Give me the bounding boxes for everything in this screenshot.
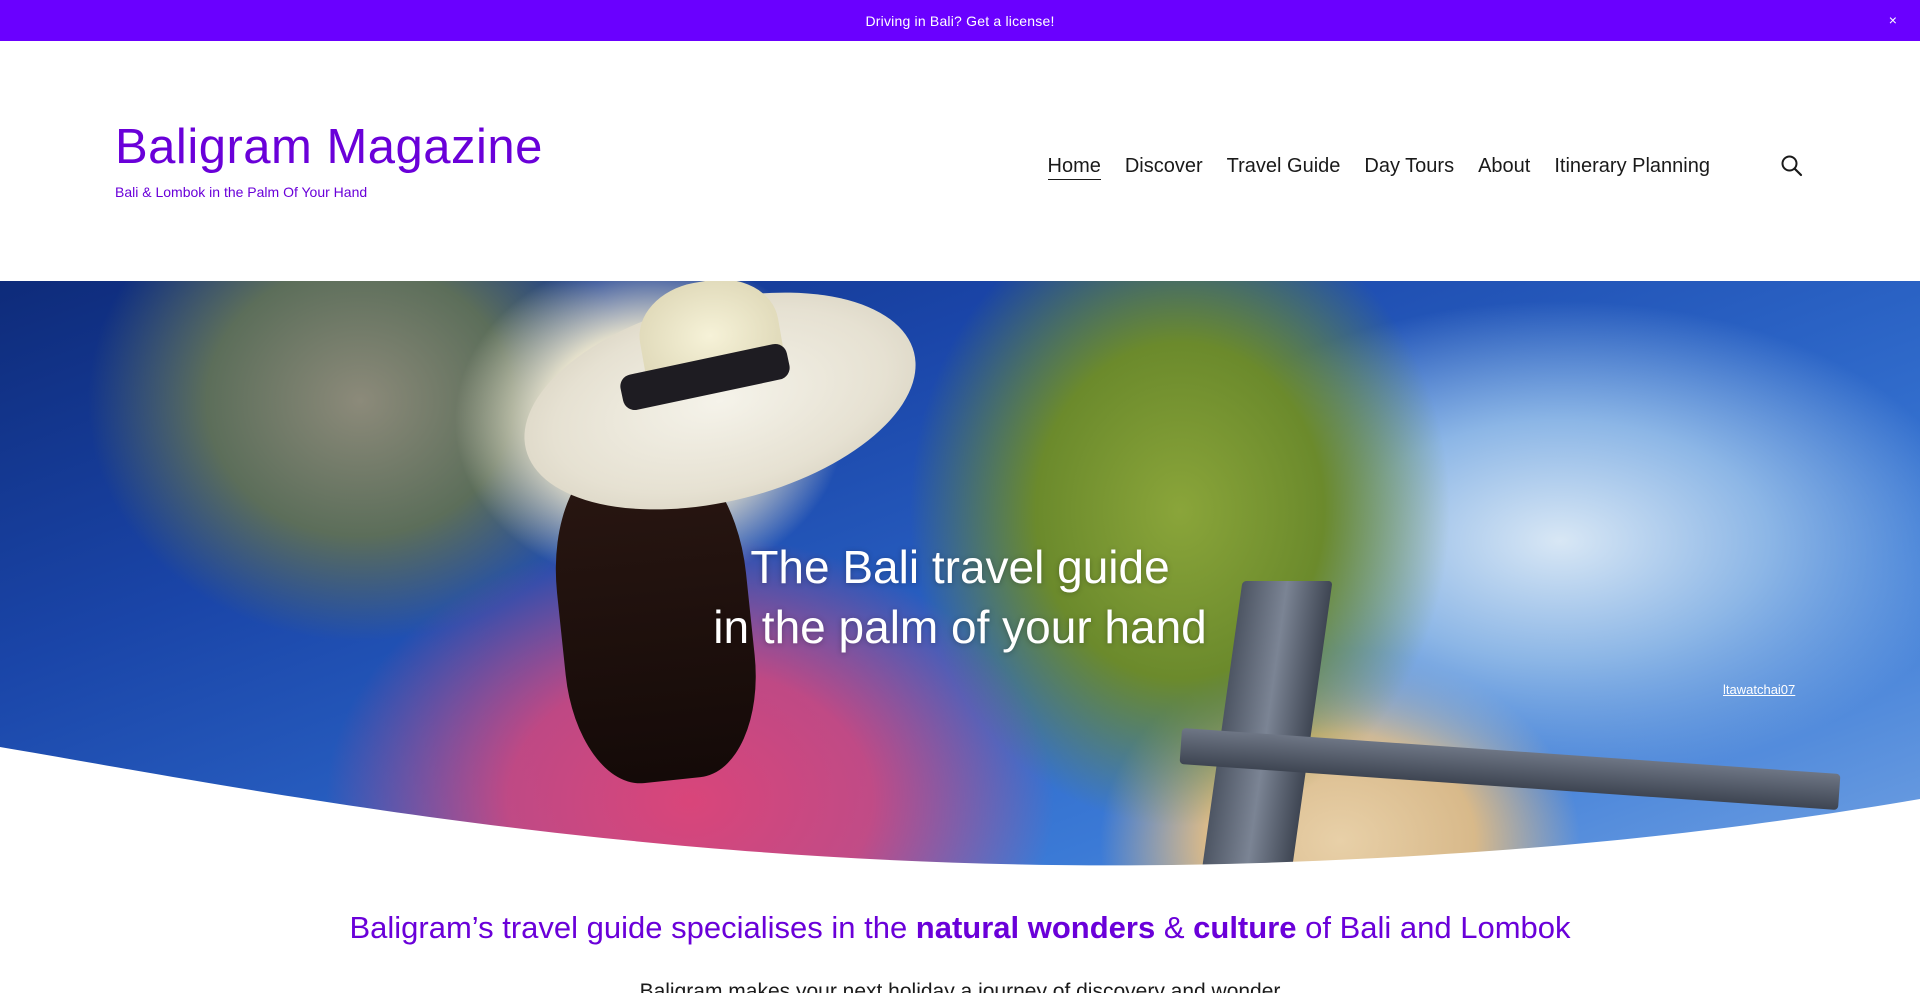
announcement-text[interactable]: Driving in Bali? Get a license! — [865, 13, 1054, 29]
nav-item-label: Itinerary Planning — [1554, 155, 1710, 177]
announcement-bar: Driving in Bali? Get a license! × — [0, 0, 1920, 41]
site-header: Baligram Magazine Bali & Lombok in the P… — [0, 41, 1920, 281]
hero-heading: The Bali travel guide in the palm of you… — [0, 537, 1920, 657]
hero-heading-line-1: The Bali travel guide — [750, 541, 1170, 593]
nav-item-itinerary-planning[interactable]: Itinerary Planning — [1542, 152, 1722, 180]
hero-heading-line-2: in the palm of your hand — [713, 601, 1207, 653]
intro-text-part-3: of Bali and Lombok — [1296, 910, 1571, 945]
nav-item-label: Discover — [1124, 155, 1203, 177]
brand: Baligram Magazine Bali & Lombok in the P… — [115, 123, 543, 201]
site-title[interactable]: Baligram Magazine — [115, 123, 543, 172]
nav-item-about[interactable]: About — [1466, 152, 1542, 180]
nav-item-label: About — [1478, 155, 1531, 177]
intro-text-part-2: & — [1155, 910, 1194, 945]
nav-item-discover[interactable]: Discover — [1113, 152, 1215, 180]
nav-item-label: Day Tours — [1364, 155, 1455, 177]
hero-banner: The Bali travel guide in the palm of you… — [0, 281, 1920, 866]
nav-item-label: Travel Guide — [1226, 155, 1341, 177]
intro-text-part-1: Baligram’s travel guide specialises in t… — [349, 910, 916, 945]
search-button[interactable] — [1778, 152, 1806, 180]
site-tagline: Bali & Lombok in the Palm Of Your Hand — [115, 184, 368, 200]
nav-item-day-tours[interactable]: Day Tours — [1352, 152, 1466, 180]
intro-heading: Baligram’s travel guide specialises in t… — [0, 904, 1920, 952]
nav-item-label: Home — [1047, 155, 1101, 180]
search-icon — [1781, 155, 1803, 177]
nav-item-travel-guide[interactable]: Travel Guide — [1215, 152, 1353, 180]
main-nav: Home Discover Travel Guide Day Tours Abo… — [1036, 152, 1723, 180]
intro-subtext: Baligram makes your next holiday a journ… — [639, 980, 1281, 993]
close-icon[interactable]: × — [1884, 11, 1902, 29]
photo-credit-link[interactable]: ltawatchai07 — [1723, 682, 1795, 697]
intro-highlight-natural-wonders: natural wonders — [915, 910, 1156, 945]
hero-bottom-curve — [0, 747, 1920, 866]
intro-highlight-culture: culture — [1193, 910, 1297, 945]
nav-item-home[interactable]: Home — [1036, 152, 1113, 180]
